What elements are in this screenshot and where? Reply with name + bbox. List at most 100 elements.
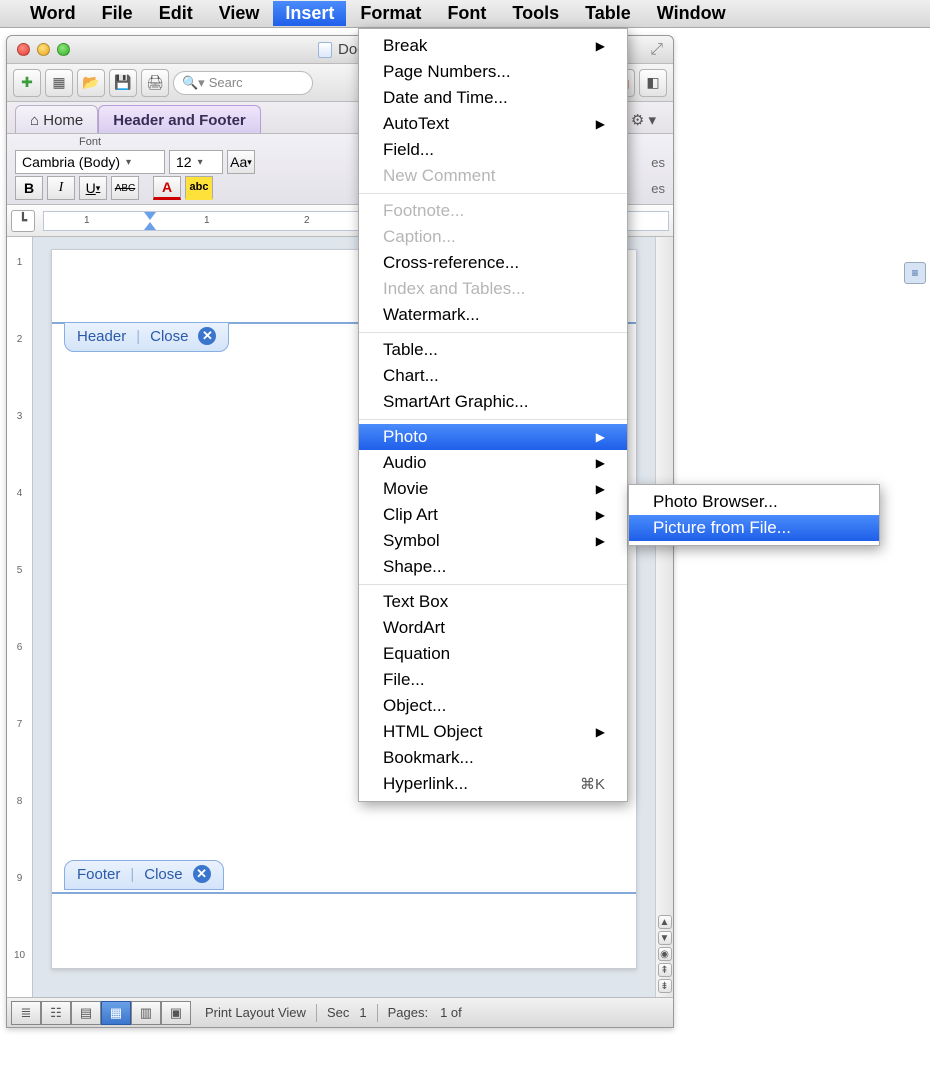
strikethrough-button[interactable]: ABC bbox=[111, 176, 139, 200]
scroll-up-icon[interactable]: ▲ bbox=[658, 915, 672, 929]
minimize-button[interactable] bbox=[37, 43, 50, 56]
menu-window[interactable]: Window bbox=[645, 1, 738, 26]
insert-menu-item[interactable]: Movie▶ bbox=[359, 476, 627, 502]
vruler-num: 2 bbox=[17, 334, 23, 345]
change-case-button[interactable]: Aa▾ bbox=[227, 150, 255, 174]
styles-stub-2: es bbox=[651, 181, 665, 196]
vruler-num: 6 bbox=[17, 642, 23, 653]
view-outline[interactable]: ☷ bbox=[41, 1001, 71, 1025]
menu-view[interactable]: View bbox=[207, 1, 272, 26]
insert-menu-item[interactable]: WordArt bbox=[359, 615, 627, 641]
submenu-arrow-icon: ▶ bbox=[596, 39, 605, 53]
browse-object-icon[interactable]: ◉ bbox=[658, 947, 672, 961]
print-button[interactable]: 🖨 bbox=[141, 69, 169, 97]
menu-item-label: Watermark... bbox=[383, 305, 480, 325]
menu-item-label: Clip Art bbox=[383, 505, 438, 525]
italic-button[interactable]: I bbox=[47, 176, 75, 200]
insert-menu-item[interactable]: Bookmark... bbox=[359, 745, 627, 771]
toolbar-gallery-icon[interactable]: ≡ bbox=[904, 262, 926, 284]
tab-header-footer[interactable]: Header and Footer bbox=[98, 105, 261, 133]
font-color-button[interactable]: A bbox=[153, 176, 181, 200]
insert-menu-item[interactable]: Equation bbox=[359, 641, 627, 667]
insert-menu-item[interactable]: Symbol▶ bbox=[359, 528, 627, 554]
menu-item-label: Field... bbox=[383, 140, 434, 160]
sidebar-button[interactable]: ◧ bbox=[639, 69, 667, 97]
zoom-button[interactable] bbox=[57, 43, 70, 56]
tab-stop-selector[interactable]: ┗ bbox=[11, 210, 35, 232]
view-notebook[interactable]: ▥ bbox=[131, 1001, 161, 1025]
vertical-ruler[interactable]: 1 2 3 4 5 6 7 8 9 10 bbox=[7, 237, 33, 997]
view-publishing[interactable]: ▤ bbox=[71, 1001, 101, 1025]
divider bbox=[377, 1004, 378, 1022]
ribbon-options[interactable]: ⚙ ▾ bbox=[622, 106, 665, 133]
menu-item-label: Date and Time... bbox=[383, 88, 508, 108]
vertical-scrollbar[interactable]: ▲ ▼ ◉ ⇞ ⇟ bbox=[655, 237, 673, 997]
bold-button[interactable]: B bbox=[15, 176, 43, 200]
insert-menu-item[interactable]: Cross-reference... bbox=[359, 250, 627, 276]
photo-submenu-item[interactable]: Photo Browser... bbox=[629, 489, 879, 515]
view-focus[interactable]: ▣ bbox=[161, 1001, 191, 1025]
underline-button[interactable]: U▾ bbox=[79, 176, 107, 200]
new-button[interactable]: ✚ bbox=[13, 69, 41, 97]
insert-menu-item[interactable]: Audio▶ bbox=[359, 450, 627, 476]
indent-marker-bottom[interactable] bbox=[144, 222, 156, 230]
close-button[interactable] bbox=[17, 43, 30, 56]
insert-menu-item[interactable]: Date and Time... bbox=[359, 85, 627, 111]
submenu-arrow-icon: ▶ bbox=[596, 725, 605, 739]
insert-menu-item[interactable]: Field... bbox=[359, 137, 627, 163]
insert-menu-item[interactable]: File... bbox=[359, 667, 627, 693]
scroll-down-icon[interactable]: ▼ bbox=[658, 931, 672, 945]
prev-page-icon[interactable]: ⇞ bbox=[658, 963, 672, 977]
menu-file[interactable]: File bbox=[90, 1, 145, 26]
menu-item-label: HTML Object bbox=[383, 722, 483, 742]
open-button[interactable]: 📂 bbox=[77, 69, 105, 97]
vruler-num: 10 bbox=[14, 950, 25, 961]
menu-item-label: Text Box bbox=[383, 592, 448, 612]
menu-item-label: AutoText bbox=[383, 114, 449, 134]
mac-menubar: Word File Edit View Insert Format Font T… bbox=[0, 0, 930, 28]
insert-menu-item[interactable]: Page Numbers... bbox=[359, 59, 627, 85]
menu-format[interactable]: Format bbox=[348, 1, 433, 26]
insert-menu-item[interactable]: AutoText▶ bbox=[359, 111, 627, 137]
styles-stub-1: es bbox=[651, 155, 665, 170]
menu-insert[interactable]: Insert bbox=[273, 1, 346, 26]
photo-submenu-item[interactable]: Picture from File... bbox=[629, 515, 879, 541]
insert-menu-item[interactable]: Watermark... bbox=[359, 302, 627, 328]
submenu-arrow-icon: ▶ bbox=[596, 482, 605, 496]
footer-close-button[interactable]: ✕ bbox=[193, 865, 211, 883]
insert-menu-item[interactable]: Text Box bbox=[359, 589, 627, 615]
tab-home[interactable]: Home bbox=[15, 105, 98, 133]
menu-font[interactable]: Font bbox=[435, 1, 498, 26]
menu-item-label: Chart... bbox=[383, 366, 439, 386]
divider bbox=[316, 1004, 317, 1022]
menu-table[interactable]: Table bbox=[573, 1, 643, 26]
next-page-icon[interactable]: ⇟ bbox=[658, 979, 672, 993]
insert-menu-item[interactable]: Table... bbox=[359, 337, 627, 363]
insert-menu-item[interactable]: Photo▶ bbox=[359, 424, 627, 450]
insert-menu-item[interactable]: HTML Object ▶ bbox=[359, 719, 627, 745]
insert-menu-item[interactable]: Hyperlink...⌘K bbox=[359, 771, 627, 797]
template-button[interactable]: ▦ bbox=[45, 69, 73, 97]
insert-menu-item[interactable]: SmartArt Graphic... bbox=[359, 389, 627, 415]
insert-menu-item[interactable]: Break▶ bbox=[359, 33, 627, 59]
insert-menu-item[interactable]: Shape... bbox=[359, 554, 627, 580]
menu-tools[interactable]: Tools bbox=[500, 1, 571, 26]
view-switcher: ≣ ☷ ▤ ▦ ▥ ▣ bbox=[11, 1001, 191, 1025]
indent-marker-top[interactable] bbox=[144, 212, 156, 220]
font-name-combo[interactable]: Cambria (Body)▾ bbox=[15, 150, 165, 174]
menu-word[interactable]: Word bbox=[18, 1, 88, 26]
font-size-combo[interactable]: 12▾ bbox=[169, 150, 223, 174]
menu-item-label: Caption... bbox=[383, 227, 456, 247]
fullscreen-icon[interactable]: ⤢ bbox=[650, 41, 663, 59]
header-close-button[interactable]: ✕ bbox=[198, 327, 216, 345]
save-button[interactable]: 💾 bbox=[109, 69, 137, 97]
menu-edit[interactable]: Edit bbox=[147, 1, 205, 26]
ruler-num: 2 bbox=[304, 215, 310, 226]
insert-menu-item[interactable]: Clip Art▶ bbox=[359, 502, 627, 528]
search-field[interactable]: 🔍▾ Searc bbox=[173, 71, 313, 95]
view-print-layout[interactable]: ▦ bbox=[101, 1001, 131, 1025]
highlight-button[interactable]: abc bbox=[185, 176, 213, 200]
view-draft[interactable]: ≣ bbox=[11, 1001, 41, 1025]
insert-menu-item[interactable]: Chart... bbox=[359, 363, 627, 389]
insert-menu-item[interactable]: Object... bbox=[359, 693, 627, 719]
